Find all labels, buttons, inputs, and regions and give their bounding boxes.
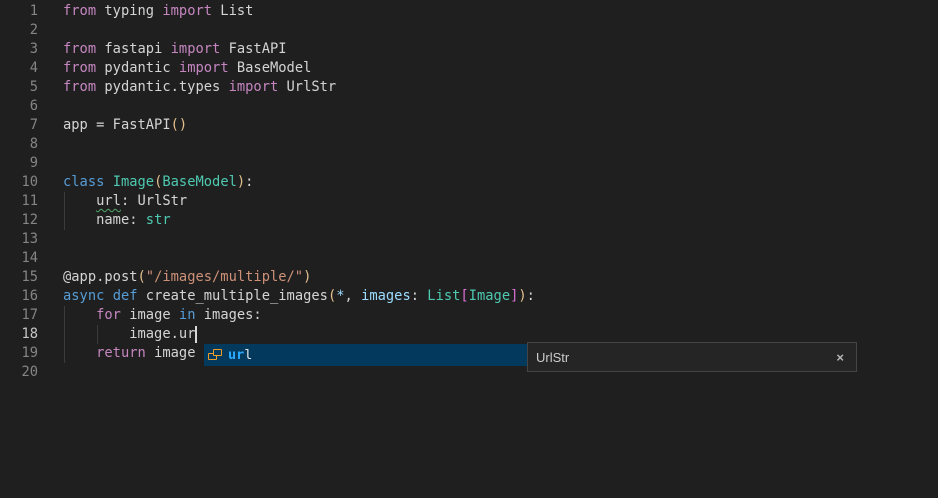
code-line-text bbox=[38, 154, 63, 173]
code-line-text bbox=[38, 363, 63, 382]
line-number: 9 bbox=[0, 154, 38, 173]
line-number: 5 bbox=[0, 78, 38, 97]
line-number: 19 bbox=[0, 344, 38, 363]
code-line-text bbox=[38, 249, 63, 268]
line-number: 4 bbox=[0, 59, 38, 78]
code-line-text: app = FastAPI() bbox=[38, 116, 187, 135]
close-icon[interactable]: × bbox=[836, 350, 844, 365]
code-line-text bbox=[38, 21, 63, 40]
code-line[interactable]: 4from pydantic import BaseModel bbox=[0, 59, 938, 78]
code-line[interactable]: 7app = FastAPI() bbox=[0, 116, 938, 135]
line-number: 1 bbox=[0, 2, 38, 21]
code-line[interactable]: 16async def create_multiple_images(*, im… bbox=[0, 287, 938, 306]
autocomplete-popup: url bbox=[204, 344, 527, 366]
code-line[interactable]: 2 bbox=[0, 21, 938, 40]
code-line[interactable]: 12 name: str bbox=[0, 211, 938, 230]
code-line[interactable]: 8 bbox=[0, 135, 938, 154]
line-number: 16 bbox=[0, 287, 38, 306]
code-line[interactable]: 1from typing import List bbox=[0, 2, 938, 21]
code-line-text: url: UrlStr bbox=[38, 192, 187, 211]
line-number: 11 bbox=[0, 192, 38, 211]
code-line-text: return image bbox=[38, 344, 195, 363]
code-line-text: from pydantic.types import UrlStr bbox=[38, 78, 336, 97]
text-cursor bbox=[195, 326, 197, 343]
code-line[interactable]: 13 bbox=[0, 230, 938, 249]
code-line[interactable]: 3from fastapi import FastAPI bbox=[0, 40, 938, 59]
code-line[interactable]: 17 for image in images: bbox=[0, 306, 938, 325]
code-line[interactable]: 14 bbox=[0, 249, 938, 268]
code-line-text bbox=[38, 135, 63, 154]
line-number: 3 bbox=[0, 40, 38, 59]
suggestion-detail-text: UrlStr bbox=[536, 350, 569, 365]
line-number: 6 bbox=[0, 97, 38, 116]
field-icon bbox=[207, 347, 223, 363]
code-area[interactable]: 1from typing import List23from fastapi i… bbox=[0, 2, 938, 382]
code-line-text: from typing import List bbox=[38, 2, 253, 21]
indent-guide bbox=[97, 325, 98, 344]
code-line[interactable]: 6 bbox=[0, 97, 938, 116]
code-line-text: async def create_multiple_images(*, imag… bbox=[38, 287, 535, 306]
code-line-text bbox=[38, 230, 63, 249]
code-line[interactable]: 9 bbox=[0, 154, 938, 173]
line-number: 12 bbox=[0, 211, 38, 230]
code-line-text: from pydantic import BaseModel bbox=[38, 59, 311, 78]
code-line[interactable]: 15@app.post("/images/multiple/") bbox=[0, 268, 938, 287]
code-line-text: image.ur bbox=[38, 325, 195, 344]
line-number: 2 bbox=[0, 21, 38, 40]
line-number: 17 bbox=[0, 306, 38, 325]
line-number: 10 bbox=[0, 173, 38, 192]
code-line[interactable]: 10class Image(BaseModel): bbox=[0, 173, 938, 192]
indent-guide bbox=[64, 192, 65, 230]
code-line-text: from fastapi import FastAPI bbox=[38, 40, 287, 59]
line-number: 8 bbox=[0, 135, 38, 154]
indent-guide bbox=[64, 306, 65, 363]
code-line-text bbox=[38, 97, 63, 116]
line-number: 13 bbox=[0, 230, 38, 249]
line-number: 15 bbox=[0, 268, 38, 287]
line-number: 20 bbox=[0, 363, 38, 382]
code-line[interactable]: 11 url: UrlStr bbox=[0, 192, 938, 211]
line-number: 18 bbox=[0, 325, 38, 344]
code-line-text: for image in images: bbox=[38, 306, 262, 325]
line-number: 14 bbox=[0, 249, 38, 268]
suggestion-detail-panel: UrlStr × bbox=[527, 342, 857, 372]
code-line-text: name: str bbox=[38, 211, 171, 230]
code-line-text: class Image(BaseModel): bbox=[38, 173, 253, 192]
code-line-text: @app.post("/images/multiple/") bbox=[38, 268, 311, 287]
suggestion-item-url[interactable]: url bbox=[204, 344, 527, 366]
code-line[interactable]: 5from pydantic.types import UrlStr bbox=[0, 78, 938, 97]
line-number: 7 bbox=[0, 116, 38, 135]
code-editor: 1from typing import List23from fastapi i… bbox=[0, 0, 938, 498]
suggestion-label: url bbox=[228, 347, 252, 363]
